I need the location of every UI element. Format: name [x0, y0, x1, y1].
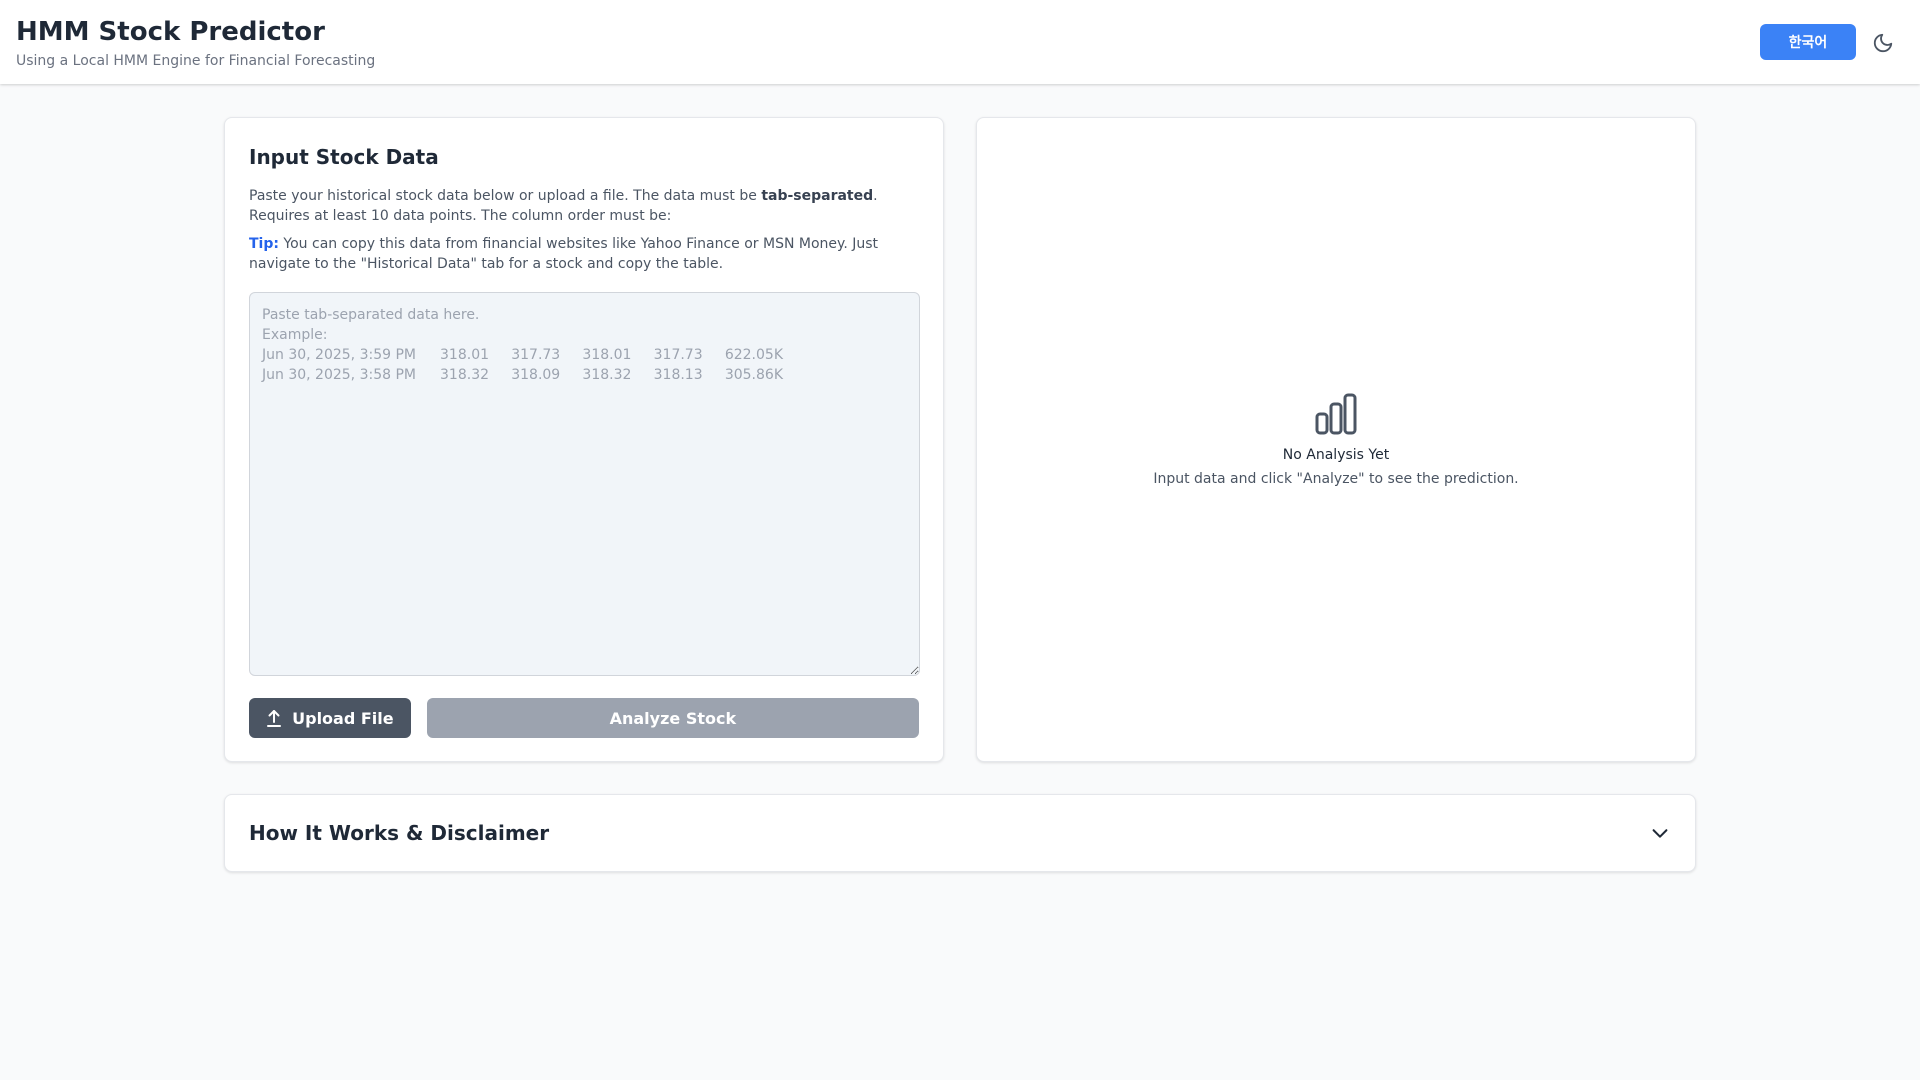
app-header: HMM Stock Predictor Using a Local HMM En…	[0, 0, 1920, 84]
description-bold-text: tab-separated	[761, 188, 874, 204]
tip-text: You can copy this data from financial we…	[249, 236, 879, 272]
app-title: HMM Stock Predictor	[16, 17, 325, 47]
upload-file-button[interactable]: Upload File	[249, 698, 411, 738]
moon-icon	[1873, 33, 1893, 53]
input-card-title: Input Stock Data	[249, 145, 439, 169]
analysis-result-card: No Analysis Yet Input data and click "An…	[976, 117, 1696, 762]
theme-toggle-button[interactable]	[1868, 28, 1898, 58]
language-toggle-button[interactable]: 한국어	[1760, 24, 1856, 60]
analyze-stock-button[interactable]: Analyze Stock	[426, 698, 919, 738]
chevron-down-icon[interactable]	[1649, 822, 1671, 844]
input-stock-data-card: Input Stock Data Paste your historical s…	[224, 117, 944, 762]
input-actions: Upload File Analyze Stock	[249, 698, 919, 738]
stock-data-textarea[interactable]	[249, 292, 920, 676]
bar-chart-icon	[1315, 393, 1357, 435]
upload-file-label: Upload File	[292, 708, 394, 728]
description-text: Paste your historical stock data below o…	[249, 188, 762, 204]
tip-label: Tip:	[249, 236, 279, 252]
empty-state: No Analysis Yet Input data and click "An…	[977, 392, 1695, 488]
input-card-description: Paste your historical stock data below o…	[249, 186, 919, 226]
empty-state-title: No Analysis Yet	[1282, 447, 1390, 463]
how-it-works-title: How It Works & Disclaimer	[249, 821, 550, 845]
empty-state-description: Input data and click "Analyze" to see th…	[1153, 471, 1519, 487]
input-card-tip: Tip: You can copy this data from financi…	[249, 234, 919, 274]
how-it-works-accordion[interactable]: How It Works & Disclaimer	[224, 794, 1696, 872]
app-subtitle: Using a Local HMM Engine for Financial F…	[16, 53, 376, 69]
upload-icon	[267, 710, 282, 727]
